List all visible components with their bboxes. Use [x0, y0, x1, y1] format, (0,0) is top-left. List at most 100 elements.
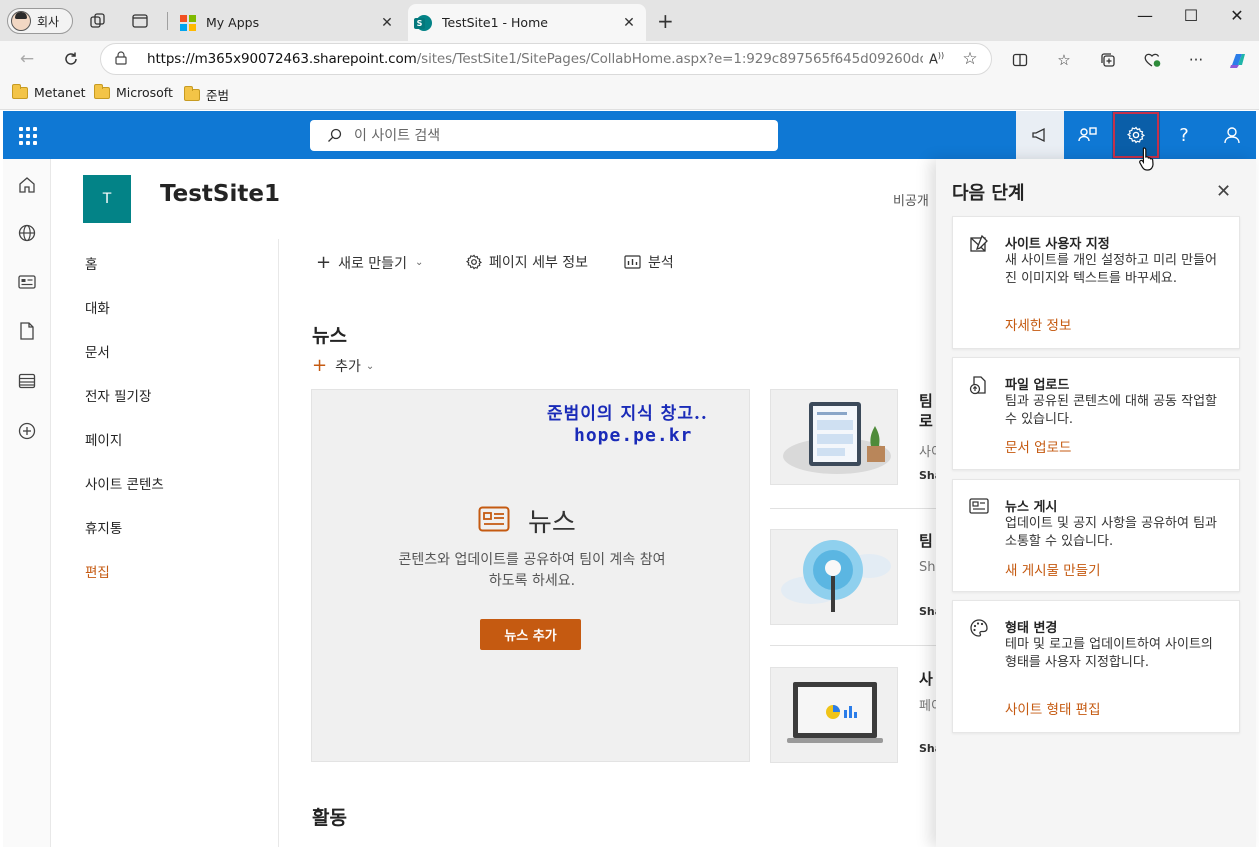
- document-icon[interactable]: [17, 321, 37, 341]
- nav-item-notebook[interactable]: 전자 필기장: [85, 385, 151, 405]
- news-divider: [770, 508, 936, 509]
- globe-icon[interactable]: [17, 223, 37, 243]
- search-input[interactable]: [354, 127, 754, 144]
- page-details-button[interactable]: 페이지 세부 정보: [466, 252, 588, 272]
- gear-icon: [466, 254, 482, 270]
- tab-title: TestSite1 - Home: [442, 15, 548, 30]
- workspaces-icon[interactable]: [88, 11, 108, 31]
- copilot-icon[interactable]: [1228, 50, 1248, 70]
- next-step-card-news[interactable]: 뉴스 게시 업데이트 및 공지 사항을 공유하여 팀과 소통할 수 있습니다. …: [952, 479, 1240, 592]
- site-search-box[interactable]: [310, 120, 778, 151]
- profile-avatar: [11, 11, 31, 31]
- browser-tab-bar: 회사 My Apps ✕ TestSite1 - Home ✕ + — ☐ ✕: [0, 0, 1259, 41]
- news-item-title[interactable]: 사: [919, 669, 933, 689]
- app-launcher-icon[interactable]: [19, 127, 37, 145]
- account-button[interactable]: [1208, 111, 1256, 159]
- new-tab-icon[interactable]: +: [657, 11, 674, 31]
- nav-edit-link[interactable]: 편집: [85, 561, 110, 581]
- list-icon[interactable]: [17, 371, 37, 391]
- announcement-button[interactable]: [1016, 111, 1064, 159]
- close-icon[interactable]: ✕: [1216, 183, 1231, 201]
- profile-button[interactable]: 회사: [7, 8, 73, 34]
- nav-item-conversations[interactable]: 대화: [85, 297, 110, 317]
- site-logo[interactable]: T: [83, 175, 131, 223]
- tab-testsite1-home[interactable]: TestSite1 - Home ✕: [408, 4, 646, 41]
- upload-document-link[interactable]: 문서 업로드: [1005, 436, 1071, 456]
- more-options-icon[interactable]: ···: [1186, 50, 1206, 70]
- nav-item-home[interactable]: 홈: [85, 253, 97, 273]
- edit-site-look-link[interactable]: 사이트 형태 편집: [1005, 698, 1101, 718]
- learn-more-link[interactable]: 자세한 정보: [1005, 314, 1071, 334]
- favorite-folder-microsoft[interactable]: Microsoft: [94, 83, 173, 100]
- favorite-star-icon[interactable]: ☆: [955, 49, 985, 69]
- news-thumbnail-tablet[interactable]: [770, 389, 898, 485]
- nav-item-pages[interactable]: 페이지: [85, 429, 122, 449]
- news-hero-title: 뉴스: [528, 508, 576, 538]
- maximize-icon[interactable]: ☐: [1176, 6, 1206, 25]
- watermark-url: hope.pe.kr: [574, 425, 693, 446]
- card-title: 사이트 사용자 지정: [1005, 237, 1110, 252]
- news-thumbnail-laptop[interactable]: [770, 667, 898, 763]
- nav-item-site-contents[interactable]: 사이트 콘텐츠: [85, 473, 164, 493]
- add-news-button[interactable]: + 추가 ⌄: [312, 356, 374, 376]
- card-title: 파일 업로드: [1005, 378, 1070, 393]
- tab-actions-icon[interactable]: [130, 11, 150, 31]
- next-step-card-look[interactable]: 형태 변경 테마 및 로고를 업데이트하여 사이트의 형태를 사용자 지정합니다…: [952, 600, 1240, 733]
- page-details-label: 페이지 세부 정보: [489, 255, 589, 271]
- tab-my-apps[interactable]: My Apps ✕: [172, 4, 404, 41]
- url-field[interactable]: https://m365x90072463.sharepoint.com/sit…: [100, 43, 992, 75]
- minimize-icon[interactable]: —: [1130, 6, 1160, 25]
- news-item-title[interactable]: 팀로: [919, 391, 933, 431]
- panel-title: 다음 단계: [952, 183, 1025, 204]
- news-item-title[interactable]: 팀: [919, 531, 933, 551]
- favorite-label: 준범: [206, 88, 230, 103]
- next-step-card-upload[interactable]: 파일 업로드 팀과 공유된 콘텐츠에 대해 공동 작업할 수 있습니다. 문서 …: [952, 357, 1240, 470]
- favorites-icon[interactable]: ☆: [1054, 50, 1074, 70]
- read-aloud-icon[interactable]: A)): [929, 51, 955, 67]
- close-window-icon[interactable]: ✕: [1222, 6, 1252, 25]
- news-heading: 뉴스: [312, 325, 347, 347]
- close-tab-icon[interactable]: ✕: [378, 15, 396, 31]
- app-bar: [3, 159, 51, 847]
- analytics-button[interactable]: 분석: [624, 252, 674, 272]
- collections-icon[interactable]: [1098, 50, 1118, 70]
- split-screen-icon[interactable]: [1010, 50, 1030, 70]
- site-title[interactable]: TestSite1: [160, 181, 280, 207]
- add-icon: +: [312, 355, 328, 376]
- analytics-label: 분석: [648, 255, 674, 271]
- add-news-label: 추가: [335, 359, 361, 375]
- home-icon[interactable]: [17, 175, 37, 195]
- folder-icon: [94, 83, 110, 99]
- browser-essentials-icon[interactable]: [1142, 50, 1162, 70]
- news-thumbnail-lightbulb[interactable]: [770, 529, 898, 625]
- url-text[interactable]: https://m365x90072463.sharepoint.com/sit…: [147, 51, 923, 67]
- help-button[interactable]: ?: [1160, 111, 1208, 159]
- folder-icon: [12, 83, 28, 99]
- add-news-primary-button[interactable]: 뉴스 추가: [480, 619, 581, 650]
- nav-item-recycle-bin[interactable]: 휴지통: [85, 517, 122, 537]
- url-path: /sites/TestSite1/SitePages/CollabHome.as…: [416, 51, 923, 67]
- card-description: 팀과 공유된 콘텐츠에 대해 공동 작업할 수 있습니다.: [1005, 394, 1218, 427]
- close-tab-icon[interactable]: ✕: [620, 15, 638, 31]
- create-icon[interactable]: [17, 421, 37, 441]
- favorite-folder-junbeom[interactable]: 준범: [184, 85, 229, 104]
- news-divider: [770, 645, 936, 646]
- create-post-link[interactable]: 새 게시물 만들기: [1005, 559, 1101, 579]
- gear-icon: [1127, 126, 1145, 144]
- refresh-icon[interactable]: [60, 49, 82, 69]
- news-icon[interactable]: [17, 272, 37, 292]
- new-button[interactable]: + 새로 만들기 ⌄: [316, 252, 423, 273]
- my-network-button[interactable]: [1064, 111, 1112, 159]
- favorite-folder-metanet[interactable]: Metanet: [12, 83, 86, 100]
- lock-icon[interactable]: [115, 50, 133, 68]
- next-step-card-customize[interactable]: 사이트 사용자 지정 새 사이트를 개인 설정하고 미리 만들어진 이미지와 텍…: [952, 216, 1240, 349]
- favorite-label: Metanet: [34, 85, 86, 100]
- back-icon[interactable]: ←: [16, 49, 38, 69]
- nav-item-documents[interactable]: 문서: [85, 341, 110, 361]
- news-post-icon: [969, 497, 989, 517]
- site-privacy-label: 비공개: [893, 194, 929, 209]
- card-title: 뉴스 게시: [1005, 500, 1058, 515]
- chevron-down-icon: ⌄: [365, 360, 375, 372]
- hand-cursor-icon: [1139, 146, 1157, 172]
- folder-icon: [184, 85, 200, 101]
